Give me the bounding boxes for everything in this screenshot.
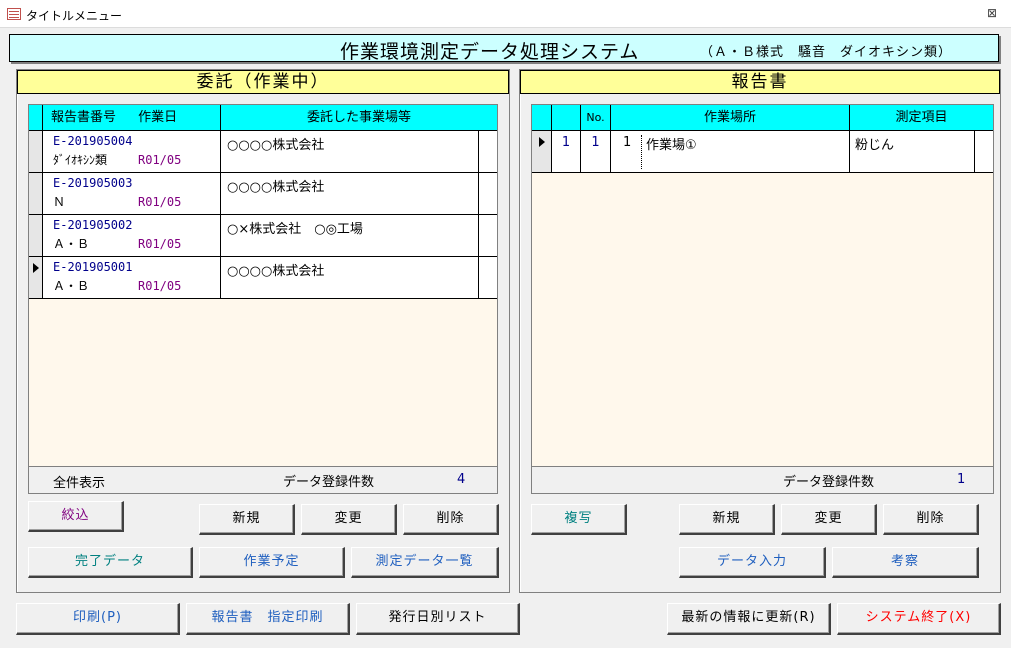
report-type: ﾀﾞｲｵｷｼﾝ類 [53,153,108,167]
measurement-list-button[interactable]: 測定データ一覧 [351,547,499,578]
col-client: 委託した事業場等 [306,110,411,125]
system-subtitle: （Ａ・Ｂ様式 騒音 ダイオキシン類） [700,45,953,60]
current-record-icon [539,137,545,147]
col-work-date: 作業日 [138,110,178,125]
grid-footer: データ登録件数 1 [532,466,993,493]
record-count-label: データ登録件数 [783,475,875,490]
col-report-no: 報告書番号 [51,110,117,125]
form-icon [7,8,21,20]
record-count-label: データ登録件数 [283,475,375,490]
report-number[interactable]: E-201905002 [53,218,220,232]
work-place: 作業場① [646,138,697,153]
system-banner: 作業環境測定データ処理システム （Ａ・Ｂ様式 騒音 ダイオキシン類） [9,34,999,63]
report-type: Ａ・Ｂ [53,279,90,293]
sequence-no: 1 [623,135,632,150]
window-titlebar: タイトルメニュー ⊠ [0,0,1011,28]
work-date: R01/05 [138,237,182,251]
table-row[interactable]: E-201905003 Ｎ R01/05 ○○○○株式会社 [29,173,497,215]
grid-footer: 全件表示 データ登録件数 4 [29,466,497,493]
delete-report-button[interactable]: 削除 [883,504,979,535]
record-no[interactable]: 1 [581,131,611,172]
record-count: 1 [957,472,966,487]
show-all-link[interactable]: 全件表示 [53,472,105,491]
col-report-date: 報告書番号 作業日 [43,105,221,131]
report-grid: No. 作業場所 測定項目 1 1 1 作業場① 粉じん データ登録件数 1 [531,104,994,494]
client-name[interactable]: ○×株式会社 ○◎工場 [221,215,479,256]
row-selector[interactable] [29,173,43,214]
data-entry-button[interactable]: データ入力 [679,547,826,578]
refresh-button[interactable]: 最新の情報に更新(R) [667,603,831,635]
work-date: R01/05 [138,153,182,167]
system-title: 作業環境測定データ処理システム [340,41,640,63]
delete-consignment-button[interactable]: 削除 [403,504,499,535]
row-selector[interactable] [29,131,43,172]
table-row[interactable]: E-201905004 ﾀﾞｲｵｷｼﾝ類 R01/05 ○○○○株式会社 [29,131,497,173]
report-print-button[interactable]: 報告書 指定印刷 [186,603,350,635]
work-place-cell[interactable]: 1 作業場① [611,131,850,172]
row-selector[interactable] [29,215,43,256]
report-number[interactable]: E-201905003 [53,176,220,190]
copy-button[interactable]: 複写 [531,504,627,535]
edit-consignment-button[interactable]: 変更 [301,504,397,535]
record-count: 4 [457,472,466,487]
report-number[interactable]: E-201905004 [53,134,220,148]
window-title: タイトルメニュー [26,9,123,23]
report-type: Ｎ [53,195,66,209]
report-header: 報告書 [520,70,1000,94]
new-consignment-button[interactable]: 新規 [199,504,295,535]
work-schedule-button[interactable]: 作業予定 [199,547,345,578]
col-no: No. [581,105,611,131]
report-type: Ａ・Ｂ [53,237,90,251]
issue-date-list-button[interactable]: 発行日別リスト [356,603,520,635]
consignment-panel: 委託（作業中） 報告書番号 作業日 委託した事業場等 E-201905004 ﾀ… [16,69,510,593]
edit-report-button[interactable]: 変更 [781,504,877,535]
consignment-grid: 報告書番号 作業日 委託した事業場等 E-201905004 ﾀﾞｲｵｷｼﾝ類 R… [28,104,498,494]
report-number[interactable]: E-201905001 [53,260,220,274]
consignment-header: 委託（作業中） [17,70,509,94]
review-button[interactable]: 考察 [832,547,979,578]
print-button[interactable]: 印刷(P) [16,603,180,635]
work-date: R01/05 [138,279,182,293]
exit-system-button[interactable]: システム終了(X) [837,603,1001,635]
completed-data-button[interactable]: 完了データ [28,547,193,578]
client-name[interactable]: ○○○○株式会社 [221,173,479,214]
measurement-item[interactable]: 粉じん [850,131,975,172]
col-work-place: 作業場所 [611,105,850,131]
report-panel: 報告書 No. 作業場所 測定項目 1 1 1 作業場① 粉じん データ登録件数… [519,69,1001,593]
grid-header: No. 作業場所 測定項目 [532,105,993,131]
table-row[interactable]: 1 1 1 作業場① 粉じん [532,131,993,173]
work-date: R01/05 [138,195,182,209]
new-report-button[interactable]: 新規 [679,504,775,535]
table-row[interactable]: E-201905001 Ａ・Ｂ R01/05 ○○○○株式会社 [29,257,497,299]
client-name[interactable]: ○○○○株式会社 [221,257,479,298]
close-icon[interactable]: ⊠ [987,6,997,20]
current-record-icon [33,263,39,273]
row-selector[interactable] [532,131,552,172]
row-selector[interactable] [29,257,43,298]
filter-button[interactable]: 絞込 [28,501,124,532]
record-id[interactable]: 1 [552,131,581,172]
grid-header: 報告書番号 作業日 委託した事業場等 [29,105,497,131]
table-row[interactable]: E-201905002 Ａ・Ｂ R01/05 ○×株式会社 ○◎工場 [29,215,497,257]
client-name[interactable]: ○○○○株式会社 [221,131,479,172]
col-measurement-item: 測定項目 [895,110,948,125]
